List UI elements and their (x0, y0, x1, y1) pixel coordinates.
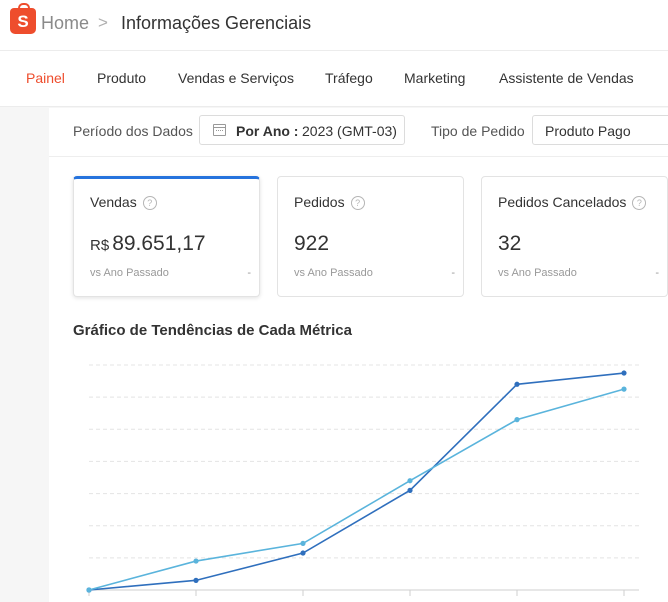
series-1-point[interactable] (86, 587, 92, 593)
page-title: Informações Gerenciais (121, 13, 312, 33)
series-1-point[interactable] (193, 558, 199, 564)
chevron-right-icon: > (98, 13, 108, 32)
series-1-point[interactable] (621, 386, 627, 392)
tab-produto[interactable]: Produto (97, 70, 146, 86)
series-1-point[interactable] (514, 417, 520, 423)
tab-bar: Painel Produto Vendas e Serviços Tráfego… (0, 51, 668, 107)
top-header: S Home > Informações Gerenciais (0, 0, 668, 51)
series-1-point[interactable] (300, 540, 306, 546)
tab-painel[interactable]: Painel (26, 70, 65, 86)
tab-vendas-e-servicos[interactable]: Vendas e Serviços (178, 70, 294, 86)
tab-assistente-de-vendas[interactable]: Assistente de Vendas (499, 70, 634, 86)
main-panel: Período dos Dados Por Ano : 2023 (GMT-03… (49, 108, 668, 602)
series-0-point[interactable] (193, 577, 199, 583)
trend-chart (86, 364, 639, 596)
series-0-point[interactable] (621, 370, 627, 376)
shopee-logo-icon[interactable]: S (10, 3, 36, 34)
tab-marketing[interactable]: Marketing (404, 70, 465, 86)
series-1-point[interactable] (407, 478, 413, 484)
series-0-point[interactable] (514, 381, 520, 387)
tab-trafego[interactable]: Tráfego (325, 70, 373, 86)
series-0-point[interactable] (407, 487, 413, 493)
breadcrumb-home[interactable]: Home (41, 13, 89, 34)
series-0-point[interactable] (300, 550, 306, 556)
series-line-1[interactable] (88, 388, 625, 591)
